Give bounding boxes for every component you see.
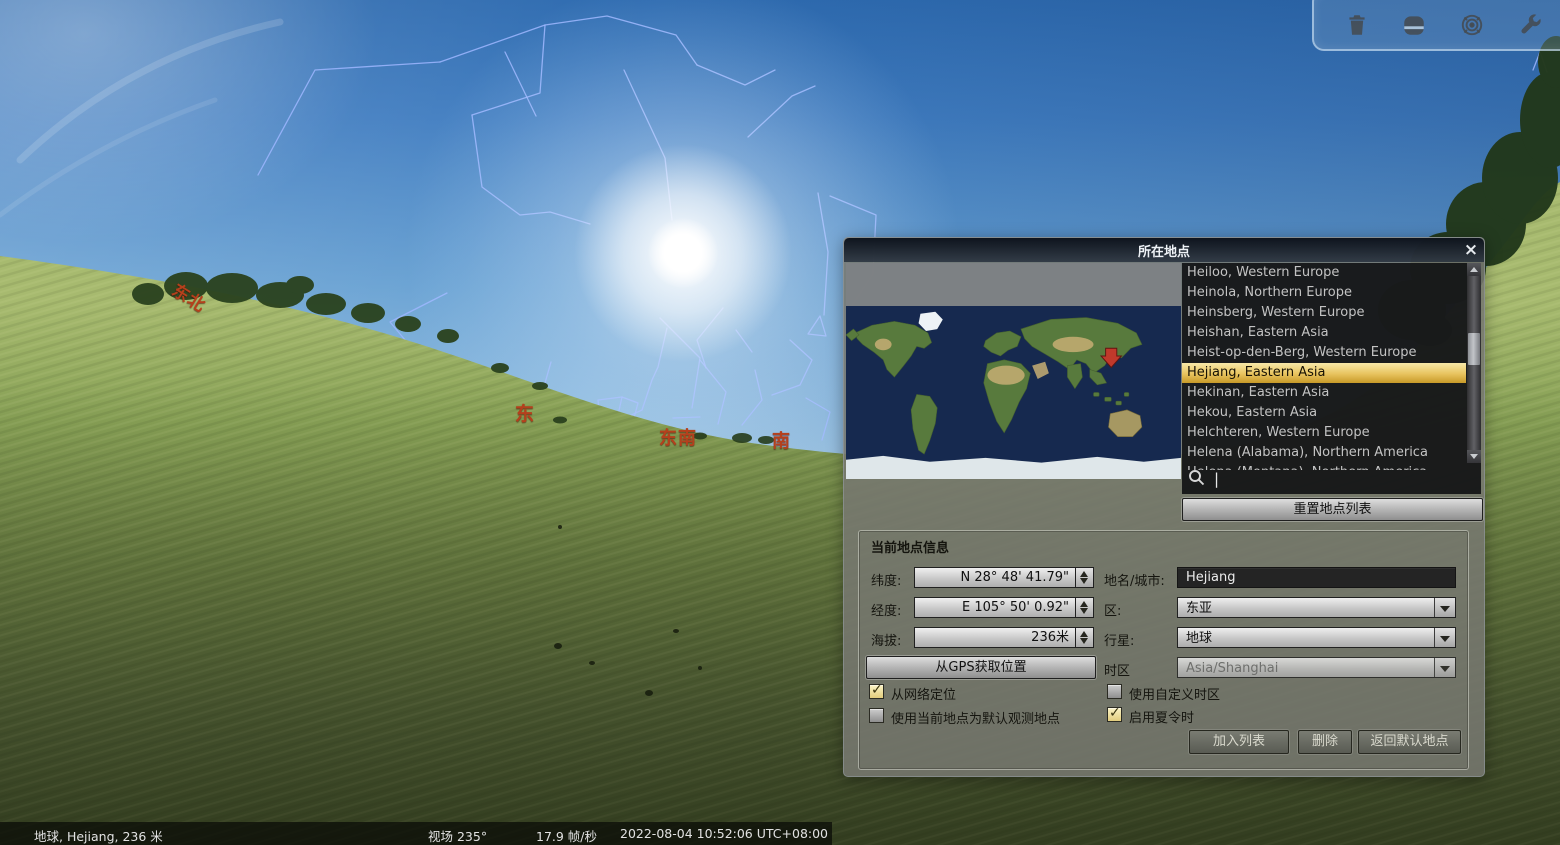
planet-value: 地球 (1186, 629, 1212, 648)
altitude-value[interactable]: 236米 (914, 627, 1076, 648)
status-fov: 视场 235° (428, 826, 487, 845)
world-map[interactable] (846, 306, 1181, 479)
target-icon[interactable] (1459, 12, 1485, 38)
checkbox-label: 使用当前地点为默认观测地点 (891, 708, 1060, 727)
trash-icon[interactable] (1344, 12, 1370, 38)
dialog-title: 所在地点 (844, 241, 1484, 260)
search-icon (1188, 469, 1206, 487)
chevron-down-icon (1434, 598, 1455, 617)
status-bar: 地球, Hejiang, 236 米 视场 235° 17.9 帧/秒 2022… (0, 822, 832, 845)
altitude-label: 海拔: (871, 630, 901, 649)
status-datetime: 2022-08-04 10:52:06 UTC+08:00 (620, 826, 828, 841)
cardinal-marker-east: 东 (515, 399, 535, 426)
text-caret: | (1214, 470, 1219, 488)
list-item[interactable]: Heishan, Eastern Asia (1182, 323, 1466, 343)
status-location: 地球, Hejiang, 236 米 (34, 826, 163, 845)
scroll-up-icon[interactable] (1467, 263, 1481, 276)
list-item[interactable]: Heist-op-den-Berg, Western Europe (1182, 343, 1466, 363)
checkbox-label: 从网络定位 (891, 684, 956, 703)
dialog-titlebar[interactable]: 所在地点 × (844, 238, 1484, 262)
wrench-icon[interactable] (1517, 12, 1543, 38)
latitude-spin-arrows-icon[interactable] (1076, 567, 1094, 588)
latitude-value[interactable]: N 28° 48' 41.79" (914, 567, 1076, 588)
planet-label: 行星: (1104, 630, 1134, 649)
list-item[interactable]: Helena (Alabama), Northern America (1182, 443, 1466, 463)
planet-dropdown[interactable]: 地球 (1177, 627, 1456, 648)
map-top-strip (846, 263, 1181, 306)
location-search-input[interactable]: | (1188, 469, 1464, 493)
longitude-spin-arrows-icon[interactable] (1076, 597, 1094, 618)
checkbox-unchecked-icon[interactable] (1107, 684, 1122, 699)
groupbox-header: 当前地点信息 (871, 537, 949, 556)
timezone-value: Asia/Shanghai (1186, 659, 1278, 678)
cardinal-marker-southeast: 东南 (659, 424, 697, 450)
longitude-value[interactable]: E 105° 50' 0.92" (914, 597, 1076, 618)
list-item[interactable]: Heinola, Northern Europe (1182, 283, 1466, 303)
ground-icon[interactable] (1401, 12, 1427, 38)
list-scrollbar[interactable] (1467, 263, 1481, 463)
scroll-down-icon[interactable] (1467, 450, 1481, 463)
timezone-label: 时区 (1104, 660, 1130, 679)
list-item[interactable]: Heinsberg, Western Europe (1182, 303, 1466, 323)
cardinal-marker-south: 南 (772, 427, 791, 453)
location-dialog: 所在地点 × Heiloo, Western Europe (843, 237, 1485, 777)
status-fps: 17.9 帧/秒 (536, 826, 597, 845)
city-input[interactable]: Hejiang (1177, 567, 1456, 588)
return-default-location-button[interactable]: 返回默认地点 (1358, 730, 1461, 754)
checkbox-label: 启用夏令时 (1129, 707, 1194, 726)
latitude-label: 纬度: (871, 570, 901, 589)
altitude-spin-arrows-icon[interactable] (1076, 627, 1094, 648)
reset-list-button[interactable]: 重置地点列表 (1182, 498, 1483, 521)
chevron-down-icon (1434, 658, 1455, 677)
list-item[interactable]: Heiloo, Western Europe (1182, 263, 1466, 283)
list-item[interactable]: Helchteren, Western Europe (1182, 423, 1466, 443)
region-dropdown[interactable]: 东亚 (1177, 597, 1456, 618)
checkbox-unchecked-icon[interactable] (869, 708, 884, 723)
list-item-selected[interactable]: Hejiang, Eastern Asia (1182, 363, 1466, 383)
list-item[interactable]: Hekinan, Eastern Asia (1182, 383, 1466, 403)
chevron-down-icon (1434, 628, 1455, 647)
region-value: 东亚 (1186, 599, 1212, 618)
scrollbar-thumb[interactable] (1468, 333, 1480, 365)
checkbox-checked-icon[interactable] (869, 684, 884, 699)
delete-button[interactable]: 删除 (1298, 730, 1352, 754)
gps-button[interactable]: 从GPS获取位置 (866, 656, 1096, 679)
timezone-dropdown[interactable]: Asia/Shanghai (1177, 657, 1456, 678)
list-item[interactable]: Hekou, Eastern Asia (1182, 403, 1466, 423)
city-label: 地名/城市: (1104, 570, 1165, 589)
longitude-label: 经度: (871, 600, 901, 619)
checkbox-checked-icon[interactable] (1107, 707, 1122, 722)
location-list: Heiloo, Western Europe Heinola, Northern… (1182, 263, 1466, 470)
close-icon[interactable]: × (1461, 240, 1481, 260)
add-to-list-button[interactable]: 加入列表 (1189, 730, 1289, 754)
checkbox-label: 使用自定义时区 (1129, 684, 1220, 703)
region-label: 区: (1104, 600, 1121, 619)
location-list-panel: Heiloo, Western Europe Heinola, Northern… (1182, 263, 1481, 494)
